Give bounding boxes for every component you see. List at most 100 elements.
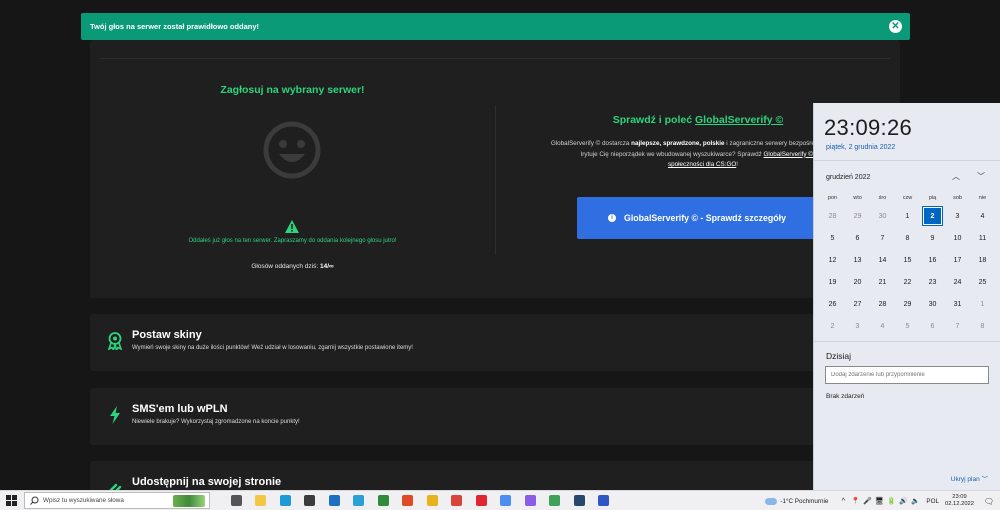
hide-plan-link[interactable]: Ukryj plan ﹀ bbox=[951, 473, 988, 483]
chrome-profile-3-icon bbox=[549, 495, 561, 506]
calendar-day[interactable]: 27 bbox=[845, 293, 870, 315]
flyout-date-link[interactable]: piątek, 2 grudnia 2022 bbox=[826, 144, 895, 151]
calendar-day[interactable]: 7 bbox=[870, 227, 895, 249]
event-input[interactable] bbox=[825, 366, 989, 384]
calendar-day[interactable]: 30 bbox=[920, 293, 945, 315]
calendar-day[interactable]: 31 bbox=[945, 293, 970, 315]
close-icon[interactable]: ✕ bbox=[889, 20, 902, 33]
calendar-day[interactable]: 28 bbox=[820, 205, 845, 227]
taskbar-app-button[interactable] bbox=[445, 491, 470, 510]
calendar-day[interactable]: 14 bbox=[870, 249, 895, 271]
calendar-day[interactable]: 15 bbox=[895, 249, 920, 271]
calendar-day[interactable]: 8 bbox=[970, 315, 995, 337]
speaker-icon[interactable]: 🔈 bbox=[910, 496, 920, 506]
calendar-day-today[interactable]: 2 bbox=[920, 205, 945, 227]
start-button[interactable] bbox=[0, 491, 22, 510]
microphone-icon[interactable]: 🎤 bbox=[862, 496, 872, 506]
calendar-day[interactable]: 20 bbox=[845, 271, 870, 293]
option-card-description: Niewiele brakuje? Wykorzystaj zgromadzon… bbox=[132, 419, 300, 425]
taskbar-clock[interactable]: 23:09 02.12.2022 bbox=[945, 494, 974, 509]
notification-icon[interactable]: 🗨 bbox=[982, 497, 996, 506]
taskbar-app-button[interactable] bbox=[224, 491, 249, 510]
calendar-day[interactable]: 30 bbox=[870, 205, 895, 227]
chevron-up-icon[interactable]: ^ bbox=[838, 496, 848, 506]
calendar-day[interactable]: 21 bbox=[870, 271, 895, 293]
calendar-day[interactable]: 5 bbox=[895, 315, 920, 337]
calendar-day[interactable]: 12 bbox=[820, 249, 845, 271]
calendar-day[interactable]: 3 bbox=[945, 205, 970, 227]
calendar-day[interactable]: 24 bbox=[945, 271, 970, 293]
desc-line3-end: ! bbox=[736, 161, 738, 168]
calendar-day[interactable]: 6 bbox=[920, 315, 945, 337]
taskbar-app-button[interactable] bbox=[420, 491, 445, 510]
calendar-day[interactable]: 16 bbox=[920, 249, 945, 271]
taskbar-app-button[interactable] bbox=[249, 491, 274, 510]
taskbar-search[interactable]: Wpisz tu wyszukiwane słowa bbox=[24, 492, 210, 509]
desc-line3-link[interactable]: społeczności dla CS:GO bbox=[668, 161, 736, 168]
calendar-week: 2345678 bbox=[820, 315, 995, 337]
taskbar-app-button[interactable] bbox=[518, 491, 543, 510]
calendar-day[interactable]: 26 bbox=[820, 293, 845, 315]
calendar-day[interactable]: 18 bbox=[970, 249, 995, 271]
edge-icon bbox=[279, 495, 291, 506]
calendar-day[interactable]: 10 bbox=[945, 227, 970, 249]
office-icon bbox=[402, 495, 414, 506]
smiley-icon bbox=[263, 121, 321, 179]
calendar-week: 28 29 30 1 2 3 4 bbox=[820, 205, 995, 227]
calendar-day[interactable]: 8 bbox=[895, 227, 920, 249]
windows-icon bbox=[5, 495, 17, 506]
volume-icon[interactable]: 🔊 bbox=[898, 496, 908, 506]
chevron-up-icon[interactable]: ︿ bbox=[952, 171, 960, 182]
calendar-day[interactable]: 1 bbox=[970, 293, 995, 315]
calendar-day[interactable]: 19 bbox=[820, 271, 845, 293]
chevron-down-icon[interactable]: ﹀ bbox=[977, 171, 985, 182]
calendar-day[interactable]: 5 bbox=[820, 227, 845, 249]
calendar-day[interactable]: 22 bbox=[895, 271, 920, 293]
taskbar-app-button[interactable] bbox=[371, 491, 396, 510]
battery-icon[interactable]: 🔋 bbox=[886, 496, 896, 506]
already-voted-message: Oddałeś już głos na ten serwer. Zaprasza… bbox=[188, 238, 397, 244]
calendar-day[interactable]: 9 bbox=[920, 227, 945, 249]
cloud-icon bbox=[765, 497, 778, 505]
calendar-day[interactable]: 11 bbox=[970, 227, 995, 249]
weekday-label: wto bbox=[853, 195, 862, 201]
language-indicator[interactable]: POL bbox=[926, 498, 939, 505]
month-label[interactable]: grudzień 2022 bbox=[826, 174, 870, 181]
calendar-day[interactable]: 23 bbox=[920, 271, 945, 293]
desc-line1-a: GlobalServerify © dostarcza bbox=[550, 140, 632, 147]
today-label: Dzisiaj bbox=[826, 351, 852, 361]
taskbar-app-button[interactable] bbox=[298, 491, 323, 510]
calendar-day[interactable]: 4 bbox=[970, 205, 995, 227]
calendar-day[interactable]: 25 bbox=[970, 271, 995, 293]
location-icon[interactable]: 📍 bbox=[850, 496, 860, 506]
calendar-day[interactable]: 2 bbox=[820, 315, 845, 337]
display-icon[interactable]: 🖥 bbox=[874, 496, 884, 506]
taskbar-app-button[interactable] bbox=[494, 491, 519, 510]
taskbar-app-button[interactable] bbox=[543, 491, 568, 510]
taskbar-app-button[interactable] bbox=[592, 491, 617, 510]
calendar-day[interactable]: 6 bbox=[845, 227, 870, 249]
taskbar-app-button[interactable] bbox=[347, 491, 372, 510]
option-card-title: Udostępnij na swojej stronie bbox=[132, 476, 282, 488]
calendar-day[interactable]: 1 bbox=[895, 205, 920, 227]
taskbar-app-button[interactable] bbox=[322, 491, 347, 510]
calendar-day[interactable]: 29 bbox=[845, 205, 870, 227]
calendar-day[interactable]: 17 bbox=[945, 249, 970, 271]
globalserverify-details-button[interactable]: i GlobalServerify © - Sprawdź szczegóły bbox=[577, 197, 817, 239]
calendar-day[interactable]: 13 bbox=[845, 249, 870, 271]
toast-message: Twój głos na serwer został prawidłowo od… bbox=[90, 22, 260, 31]
calendar-day[interactable]: 4 bbox=[870, 315, 895, 337]
weather-widget[interactable]: -1°C Pochmurnie bbox=[765, 497, 828, 505]
taskbar-app-button[interactable] bbox=[396, 491, 421, 510]
calendar-day[interactable]: 3 bbox=[845, 315, 870, 337]
taskbar-app-button[interactable] bbox=[469, 491, 494, 510]
calendar-day[interactable]: 29 bbox=[895, 293, 920, 315]
globalserverify-title-link[interactable]: GlobalServerify © bbox=[695, 114, 783, 126]
opera-icon bbox=[475, 495, 487, 506]
taskbar-app-button[interactable] bbox=[567, 491, 592, 510]
calendar-day[interactable]: 28 bbox=[870, 293, 895, 315]
vote-card: Zagłosuj na wybrany serwer! Oddałeś już … bbox=[90, 40, 900, 298]
calendar-day[interactable]: 7 bbox=[945, 315, 970, 337]
taskbar-app-button[interactable] bbox=[273, 491, 298, 510]
option-card-share: Udostępnij na swojej stronie bbox=[90, 461, 900, 490]
